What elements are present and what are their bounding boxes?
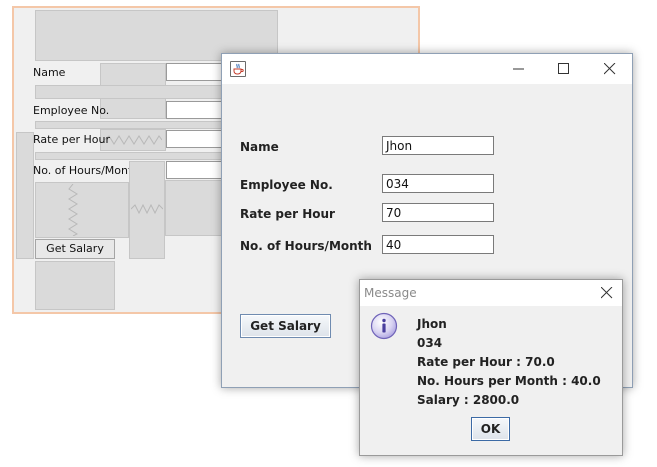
title-bar [222, 54, 632, 84]
spacer-zigzag-icon [131, 204, 163, 214]
layout-placeholder [35, 261, 115, 310]
message-line-name: Jhon [417, 317, 447, 331]
spacer-zigzag-icon [68, 184, 78, 236]
spacer-zigzag-icon [104, 135, 162, 145]
message-line-salary: Salary : 2800.0 [417, 393, 520, 407]
layout-placeholder [35, 182, 129, 238]
dialog-title-bar: Message [360, 280, 622, 306]
minimize-button[interactable] [497, 54, 541, 84]
get-salary-button[interactable]: Get Salary [240, 314, 331, 338]
hours-per-month-input[interactable]: 40 [382, 235, 494, 254]
minimize-icon [513, 68, 524, 70]
design-label-name: Name [33, 66, 66, 79]
label-name: Name [240, 140, 279, 154]
design-field-hours[interactable] [166, 161, 226, 179]
maximize-button[interactable] [542, 54, 586, 84]
close-icon [604, 63, 616, 75]
ok-button[interactable]: OK [471, 417, 510, 441]
layout-placeholder [165, 180, 225, 236]
message-line-employee-no: 034 [417, 336, 443, 350]
design-label-rate: Rate per Hour [33, 133, 110, 146]
java-cup-icon [230, 61, 246, 77]
label-employee-no: Employee No. [240, 178, 333, 192]
design-field-name[interactable] [166, 63, 226, 81]
message-dialog: Message Jhon 034 Rate per Hour : 70.0 No… [359, 279, 623, 456]
design-label-employee-no: Employee No. [33, 104, 110, 117]
message-line-rate: Rate per Hour : 70.0 [417, 355, 555, 369]
design-field-employee-no[interactable] [166, 101, 226, 119]
layout-placeholder [16, 132, 34, 259]
name-input[interactable]: Jhon [382, 136, 494, 155]
maximize-icon [558, 63, 569, 74]
close-icon [601, 287, 613, 299]
label-rate-per-hour: Rate per Hour [240, 207, 335, 221]
info-icon [370, 312, 398, 340]
label-hours-per-month: No. of Hours/Month [240, 239, 372, 253]
close-button[interactable] [588, 54, 632, 84]
design-get-salary-button[interactable]: Get Salary [35, 239, 115, 259]
dialog-close-button[interactable] [592, 280, 622, 306]
dialog-title: Message [364, 286, 417, 300]
message-line-hours: No. Hours per Month : 40.0 [417, 374, 601, 388]
employee-no-input[interactable]: 034 [382, 174, 494, 193]
design-field-rate[interactable] [166, 130, 226, 148]
rate-per-hour-input[interactable]: 70 [382, 203, 494, 222]
design-label-hours: No. of Hours/Month [33, 164, 140, 177]
